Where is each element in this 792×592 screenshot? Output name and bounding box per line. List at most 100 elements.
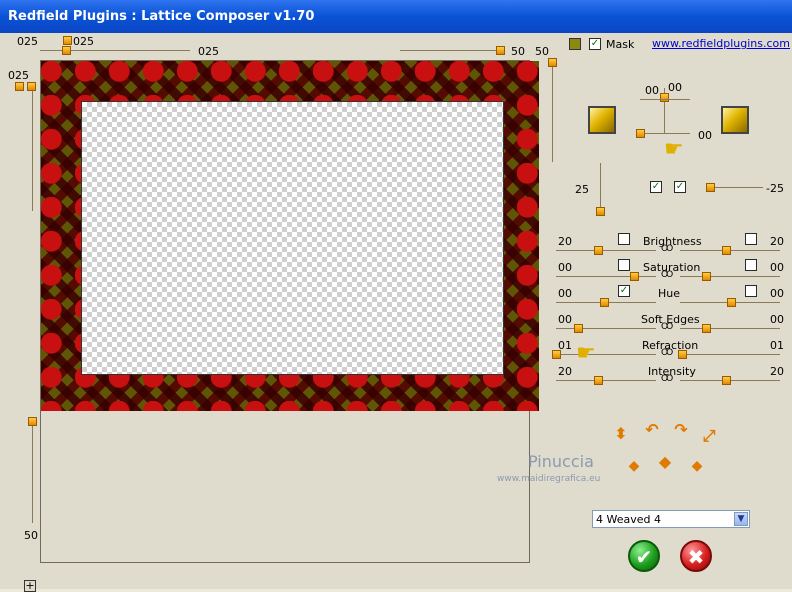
color-swatch-right[interactable]: [721, 106, 749, 134]
soft-edges-right-value: 00: [770, 313, 784, 326]
light-horizontal-track[interactable]: [640, 133, 690, 134]
preset-dropdown[interactable]: 4 Weaved 4 ▼: [592, 510, 750, 528]
brightness-left-thumb[interactable]: [594, 246, 603, 255]
left-slider-track-top[interactable]: [32, 91, 33, 211]
light-vertical-thumb[interactable]: [660, 93, 669, 102]
chevron-down-icon[interactable]: ▼: [734, 512, 748, 526]
soft-edges-right-track[interactable]: [680, 328, 780, 329]
mask-checkbox[interactable]: ✓: [589, 38, 601, 50]
soft-edges-left-thumb[interactable]: [574, 324, 583, 333]
hue-right-checkbox[interactable]: [745, 285, 757, 297]
add-icon[interactable]: +: [24, 580, 36, 592]
refraction-right-thumb[interactable]: [678, 350, 687, 359]
brightness-link-icon[interactable]: Ꝏ: [661, 244, 673, 254]
cancel-button[interactable]: ✖: [680, 540, 712, 572]
saturation-right-value: 00: [770, 261, 784, 274]
watermark-site: www.maidiregrafica.eu: [497, 474, 601, 484]
saturation-left-checkbox[interactable]: [618, 259, 630, 271]
refraction-right-track[interactable]: [680, 354, 780, 355]
top-small-slider-thumb[interactable]: [63, 36, 72, 45]
move-left-icon[interactable]: ◆: [625, 457, 643, 475]
option-checkbox-2[interactable]: ✓: [674, 181, 686, 193]
hue-left-value: 00: [558, 287, 572, 300]
title-bar: Redfield Plugins : Lattice Composer v1.7…: [0, 0, 792, 33]
intensity-right-thumb[interactable]: [722, 376, 731, 385]
refraction-left-track[interactable]: [556, 354, 656, 355]
refraction-right-value: 01: [770, 339, 784, 352]
hue-left-thumb[interactable]: [600, 298, 609, 307]
angle-slider-track[interactable]: [708, 187, 763, 188]
soft-edges-left-track[interactable]: [556, 328, 656, 329]
pointing-hand-icon-2: ☛: [576, 341, 596, 366]
top-left-value: 025: [17, 35, 38, 48]
mask-label: Mask: [606, 38, 635, 51]
brightness-right-checkbox[interactable]: [745, 233, 757, 245]
depth-value-left: 25: [575, 183, 589, 196]
website-link[interactable]: www.redfieldplugins.com: [652, 37, 790, 50]
preset-selected-value: 4 Weaved 4: [596, 513, 661, 526]
ok-button[interactable]: ✔: [628, 540, 660, 572]
soft-edges-link-icon[interactable]: Ꝏ: [661, 322, 673, 332]
right-vertical-slider-track[interactable]: [552, 67, 553, 162]
left-slider-thumb-a[interactable]: [15, 82, 24, 91]
left-slider-track-bottom[interactable]: [32, 423, 33, 523]
brightness-left-track[interactable]: [556, 250, 656, 251]
left-slider-thumb-b[interactable]: [27, 82, 36, 91]
color-swatch-left[interactable]: [588, 106, 616, 134]
light-value-a: 00: [645, 84, 659, 97]
hue-right-value: 00: [770, 287, 784, 300]
angle-slider-thumb[interactable]: [706, 183, 715, 192]
brightness-left-value: 20: [558, 235, 572, 248]
saturation-left-value: 00: [558, 261, 572, 274]
right-vertical-slider-thumb[interactable]: [548, 58, 557, 67]
top-slider-value: 025: [198, 45, 219, 58]
intensity-link-icon[interactable]: Ꝏ: [661, 374, 673, 384]
intensity-left-track[interactable]: [556, 380, 656, 381]
top-right-value: 50: [511, 45, 525, 58]
saturation-right-checkbox[interactable]: [745, 259, 757, 271]
move-all-icon[interactable]: ◆: [656, 453, 674, 471]
hue-left-checkbox[interactable]: ✓: [618, 285, 630, 297]
preview-panel[interactable]: [40, 60, 539, 563]
rotate-right-icon[interactable]: ↷: [672, 421, 690, 439]
hue-label: Hue: [658, 287, 681, 300]
move-right-icon[interactable]: ◆: [688, 457, 706, 475]
depth-vertical-track[interactable]: [600, 163, 601, 211]
angle-value: -25: [766, 182, 784, 195]
soft-edges-right-thumb[interactable]: [702, 324, 711, 333]
rotate-left-icon[interactable]: ↶: [643, 421, 661, 439]
intensity-left-thumb[interactable]: [594, 376, 603, 385]
hue-right-thumb[interactable]: [727, 298, 736, 307]
option-checkbox-1[interactable]: ✓: [650, 181, 662, 193]
soft-edges-left-value: 00: [558, 313, 572, 326]
top-right-value-2: 50: [535, 45, 549, 58]
light-cross-track: [640, 99, 690, 100]
saturation-left-track[interactable]: [556, 276, 656, 277]
depth-vertical-thumb[interactable]: [596, 207, 605, 216]
intensity-left-value: 20: [558, 365, 572, 378]
refraction-link-icon[interactable]: Ꝏ: [661, 348, 673, 358]
saturation-left-thumb[interactable]: [630, 272, 639, 281]
watermark-name: Pinuccia: [528, 452, 594, 471]
left-bottom-value: 50: [24, 529, 38, 542]
brightness-right-thumb[interactable]: [722, 246, 731, 255]
saturation-link-icon[interactable]: Ꝏ: [661, 270, 673, 280]
window-title: Redfield Plugins : Lattice Composer v1.7…: [8, 9, 315, 24]
brightness-left-checkbox[interactable]: [618, 233, 630, 245]
top-right-slider-thumb[interactable]: [496, 46, 505, 55]
dialog-client: 025 025 025 50 50 025 50 + ✓ Mask www.re…: [0, 33, 792, 592]
saturation-right-track[interactable]: [680, 276, 780, 277]
intensity-right-value: 20: [770, 365, 784, 378]
top-right-slider-track[interactable]: [400, 50, 500, 51]
left-top-value: 025: [8, 69, 29, 82]
left-bottom-slider-thumb[interactable]: [28, 417, 37, 426]
move-vertical-icon[interactable]: ⬍: [612, 425, 630, 443]
light-horizontal-thumb[interactable]: [636, 129, 645, 138]
saturation-right-thumb[interactable]: [702, 272, 711, 281]
top-slider-thumb[interactable]: [62, 46, 71, 55]
resize-diagonal-icon[interactable]: ⤢: [700, 427, 718, 445]
refraction-left-thumb[interactable]: [552, 350, 561, 359]
lattice-frame-preview: [41, 61, 539, 411]
top-thumb-value: 025: [73, 35, 94, 48]
mask-color-chip[interactable]: [569, 38, 581, 50]
